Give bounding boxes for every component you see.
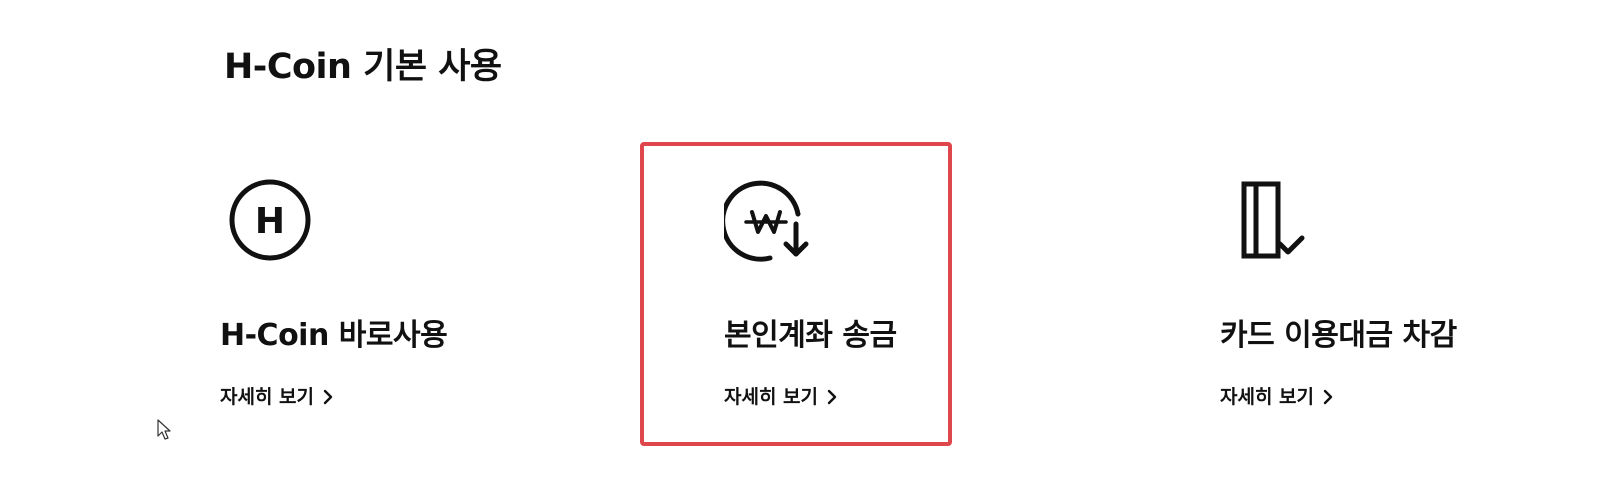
page: H-Coin 기본 사용 H H-Coin 바로사용 자세히 보기 본인계좌 송… bbox=[0, 0, 1606, 499]
details-link[interactable]: 자세히 보기 bbox=[1220, 386, 1336, 409]
h-coin-icon-letter: H bbox=[255, 201, 285, 242]
chevron-right-icon bbox=[1320, 389, 1336, 405]
card-title: H-Coin 바로사용 bbox=[220, 318, 448, 353]
h-coin-circle-icon: H bbox=[224, 174, 320, 270]
card-payment-check-icon bbox=[1224, 174, 1320, 270]
details-link[interactable]: 자세히 보기 bbox=[724, 386, 840, 409]
section-title: H-Coin 기본 사용 bbox=[224, 47, 502, 87]
card-title: 카드 이용대금 차감 bbox=[1220, 318, 1457, 353]
card-card-payment-deduction[interactable]: 카드 이용대금 차감 자세히 보기 bbox=[1220, 142, 1532, 446]
details-link-label: 자세히 보기 bbox=[1220, 386, 1315, 408]
chevron-right-icon bbox=[824, 389, 840, 405]
chevron-right-icon bbox=[320, 389, 336, 405]
won-transfer-icon bbox=[724, 174, 820, 270]
details-link-label: 자세히 보기 bbox=[724, 386, 819, 408]
card-title: 본인계좌 송금 bbox=[724, 318, 897, 353]
card-own-account-transfer[interactable]: 본인계좌 송금 자세히 보기 bbox=[640, 142, 952, 446]
details-link[interactable]: 자세히 보기 bbox=[220, 386, 336, 409]
details-link-label: 자세히 보기 bbox=[220, 386, 315, 408]
card-h-coin-direct-use[interactable]: H H-Coin 바로사용 자세히 보기 bbox=[220, 142, 532, 446]
mouse-cursor-icon bbox=[157, 419, 173, 441]
